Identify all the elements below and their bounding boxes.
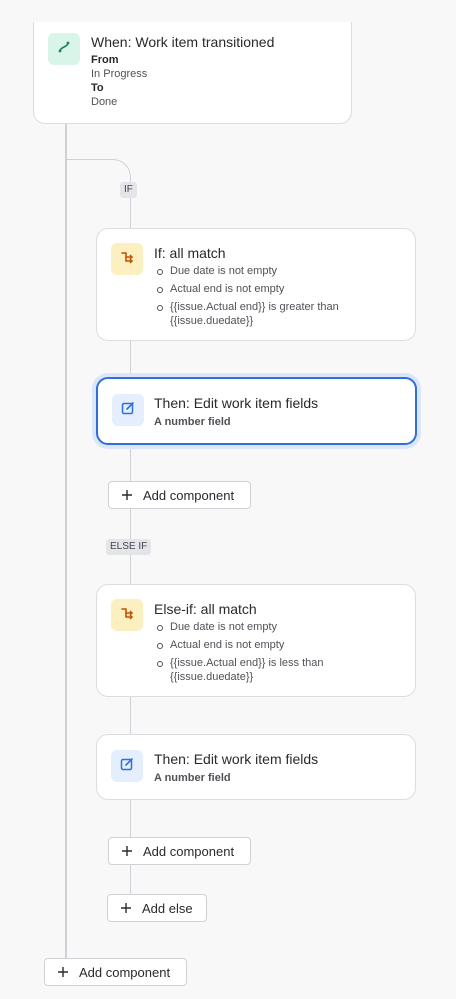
condition-item: Actual end is not empty — [154, 282, 394, 296]
add-component-button-root[interactable]: Add component — [44, 958, 187, 986]
from-value: In Progress — [91, 68, 148, 80]
branch-route-icon — [57, 40, 71, 59]
else-if-conditions-list: Due date is not empty Actual end is not … — [154, 620, 394, 688]
add-component-button-1[interactable]: Add component — [108, 481, 251, 509]
condition-branch-icon — [120, 606, 134, 625]
trigger-title: When: Work item transitioned — [91, 34, 275, 50]
then1-subtitle: A number field — [154, 416, 231, 428]
then-action-card-1[interactable]: Then: Edit work item fields A number fie… — [96, 377, 417, 445]
else-if-title: Else-if: all match — [154, 601, 257, 617]
condition-branch-icon — [120, 250, 134, 269]
condition-item: Due date is not empty — [154, 620, 394, 634]
then1-title: Then: Edit work item fields — [154, 395, 319, 411]
edit-pencil-icon — [120, 757, 134, 776]
else-if-tag: ELSE IF — [106, 539, 152, 555]
if-tag: IF — [120, 182, 137, 198]
then-action-card-2[interactable]: Then: Edit work item fields A number fie… — [96, 734, 416, 800]
trigger-details: From In Progress To Done — [91, 53, 147, 109]
then2-icon-box — [111, 750, 143, 782]
if-conditions-list: Due date is not empty Actual end is not … — [154, 264, 394, 332]
then2-subtitle: A number field — [154, 772, 231, 784]
condition-item: {{issue.Actual end}} is greater than {{i… — [154, 300, 394, 328]
plus-icon — [121, 489, 133, 501]
plus-icon — [120, 902, 132, 914]
add-else-button[interactable]: Add else — [107, 894, 207, 922]
plus-icon — [121, 845, 133, 857]
to-label: To — [91, 82, 104, 94]
add-component-label: Add component — [79, 964, 171, 980]
main-connector-line — [65, 122, 67, 958]
if-title: If: all match — [154, 245, 226, 261]
if-condition-card[interactable]: If: all match Due date is not empty Actu… — [96, 228, 416, 341]
condition-item: Due date is not empty — [154, 264, 394, 278]
add-component-label: Add component — [143, 843, 235, 859]
add-component-label: Add component — [143, 487, 235, 503]
else-if-icon-box — [111, 599, 143, 631]
if-icon-box — [111, 243, 143, 275]
add-else-label: Add else — [142, 900, 193, 916]
trigger-card[interactable]: When: Work item transitioned From In Pro… — [33, 22, 352, 124]
else-if-condition-card[interactable]: Else-if: all match Due date is not empty… — [96, 584, 416, 697]
to-value: Done — [91, 96, 118, 108]
condition-item: Actual end is not empty — [154, 638, 394, 652]
then1-icon-box — [112, 394, 144, 426]
condition-item: {{issue.Actual end}} is less than {{issu… — [154, 656, 394, 684]
plus-icon — [57, 966, 69, 978]
add-component-button-2[interactable]: Add component — [108, 837, 251, 865]
from-label: From — [91, 54, 119, 66]
edit-pencil-icon — [121, 401, 135, 420]
then2-title: Then: Edit work item fields — [154, 751, 319, 767]
trigger-icon-box — [48, 33, 80, 65]
